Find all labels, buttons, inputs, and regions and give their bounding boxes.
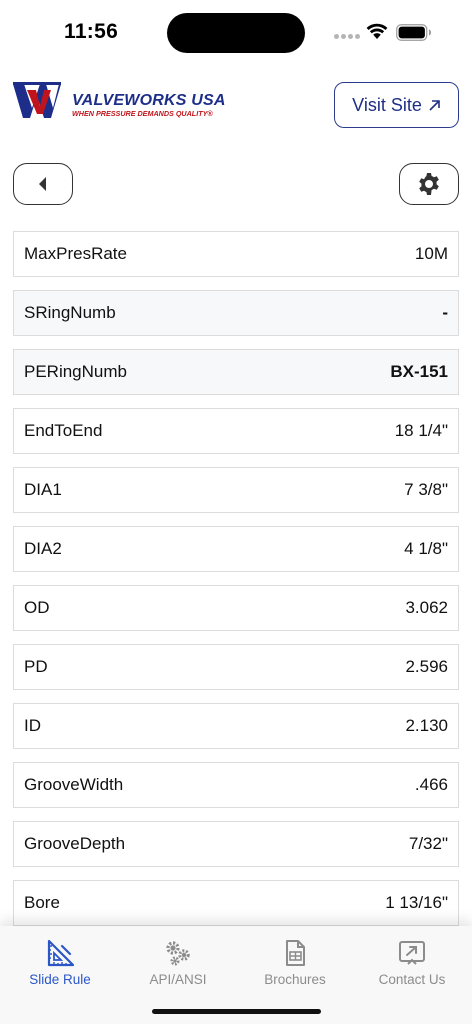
triangle-ruler-icon: [47, 939, 75, 967]
spec-row-dia1: DIA1 7 3/8": [13, 467, 459, 513]
spec-row-groovewidth: GrooveWidth .466: [13, 762, 459, 808]
signal-dots-icon: [334, 34, 360, 40]
spec-label: DIA2: [24, 539, 62, 558]
dynamic-island: [167, 13, 305, 53]
back-button[interactable]: [13, 163, 73, 205]
spec-label: Bore: [24, 893, 60, 912]
tab-brochures[interactable]: Brochures: [236, 938, 354, 988]
header: VALVEWORKS USA WHEN PRESSURE DEMANDS QUA…: [0, 80, 472, 130]
tab-label: API/ANSI: [149, 972, 207, 987]
document-icon: [286, 940, 305, 966]
spec-row-maxpresrate: MaxPresRate 10M: [13, 231, 459, 277]
tab-label: Brochures: [264, 972, 326, 987]
tab-label: Slide Rule: [29, 972, 91, 987]
spec-label: PERingNumb: [24, 362, 127, 381]
spec-list[interactable]: MaxPresRate 10M SRingNumb - PERingNumb B…: [13, 231, 459, 929]
status-bar: 11:56: [0, 0, 472, 64]
spec-row-pd: PD 2.596: [13, 644, 459, 690]
caret-left-icon: [39, 177, 46, 191]
visit-site-label: Visit Site: [352, 94, 422, 115]
status-time: 11:56: [64, 20, 119, 43]
spec-value: 3.062: [405, 598, 448, 617]
visit-site-button[interactable]: Visit Site: [334, 82, 459, 128]
spec-value: 7/32": [408, 834, 448, 853]
valveworks-emblem-icon: [13, 82, 61, 118]
spec-value: .466: [414, 775, 448, 794]
tab-contact-us[interactable]: Contact Us: [353, 938, 471, 988]
spec-label: GrooveWidth: [24, 775, 124, 794]
wifi-icon: [366, 23, 388, 39]
tab-api-ansi[interactable]: API/ANSI: [119, 938, 237, 988]
spec-value: -: [442, 303, 448, 322]
spec-row-endtoend: EndToEnd 18 1/4": [13, 408, 459, 454]
spec-value: 10M: [414, 244, 448, 263]
share-box-icon: [399, 941, 425, 965]
spec-label: DIA1: [24, 480, 62, 499]
tab-slide-rule[interactable]: Slide Rule: [1, 938, 119, 988]
spec-row-id: ID 2.130: [13, 703, 459, 749]
spec-value: 18 1/4": [394, 421, 448, 440]
home-indicator[interactable]: [152, 1009, 321, 1014]
logo-tagline: WHEN PRESSURE DEMANDS QUALITY®: [72, 109, 213, 118]
spec-value: 7 3/8": [404, 480, 448, 499]
spec-label: OD: [24, 598, 50, 617]
spec-row-dia2: DIA2 4 1/8": [13, 526, 459, 572]
battery-icon: [396, 24, 431, 41]
spec-label: PD: [24, 657, 48, 676]
spec-row-od: OD 3.062: [13, 585, 459, 631]
spec-value: BX-151: [390, 362, 448, 381]
arrow-up-right-icon: [429, 99, 440, 111]
spec-label: MaxPresRate: [24, 244, 127, 263]
spec-value: 4 1/8": [404, 539, 448, 558]
spec-label: ID: [24, 716, 41, 735]
spec-row-bore: Bore 1 13/16": [13, 880, 459, 926]
spec-row-groovedepth: GrooveDepth 7/32": [13, 821, 459, 867]
spec-label: EndToEnd: [24, 421, 103, 440]
settings-button[interactable]: [399, 163, 459, 205]
spec-label: SRingNumb: [24, 303, 116, 322]
gear-icon: [419, 173, 439, 195]
spec-row-peringnumb: PERingNumb BX-151: [13, 349, 459, 395]
spec-row-sringnumb: SRingNumb -: [13, 290, 459, 336]
logo-name: VALVEWORKS USA: [72, 92, 226, 109]
spec-label: GrooveDepth: [24, 834, 126, 853]
spec-value: 1 13/16": [385, 893, 448, 912]
valveworks-logo[interactable]: VALVEWORKS USA WHEN PRESSURE DEMANDS QUA…: [13, 82, 226, 122]
spec-value: 2.130: [405, 716, 448, 735]
gears-icon: [166, 941, 190, 966]
spec-value: 2.596: [405, 657, 448, 676]
tab-label: Contact Us: [378, 972, 446, 987]
